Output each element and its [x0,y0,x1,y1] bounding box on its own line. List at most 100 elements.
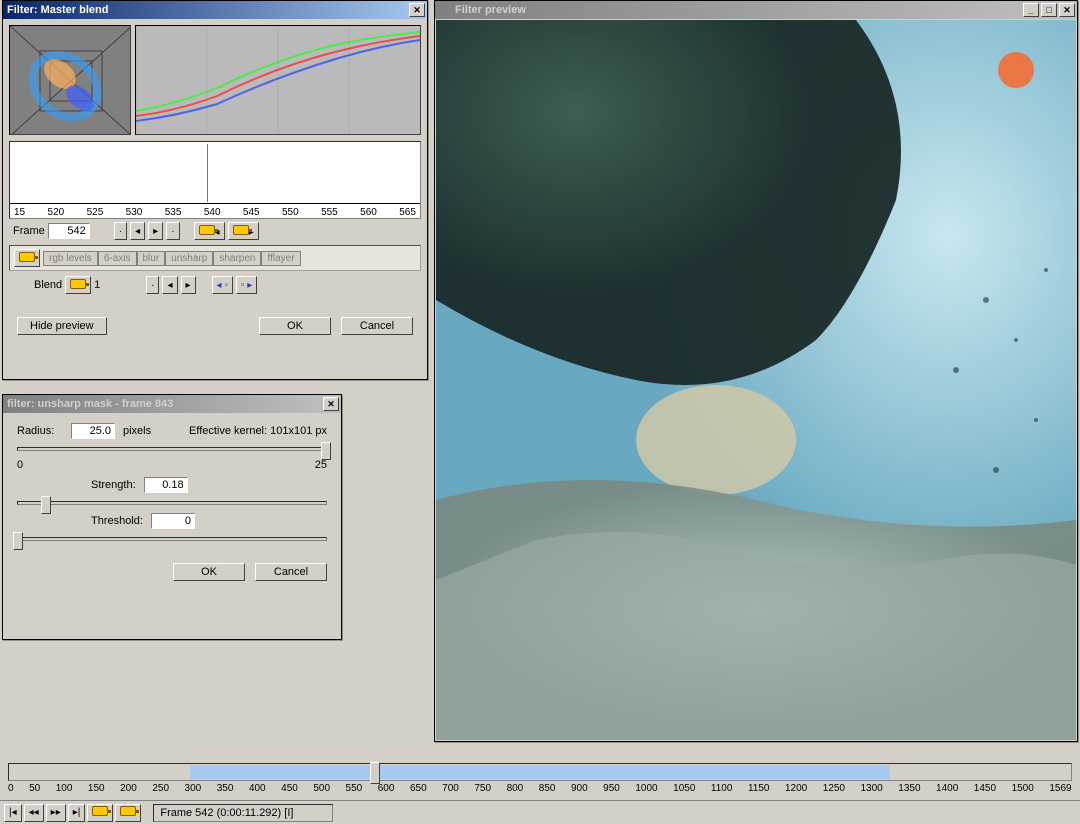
cancel-button[interactable]: Cancel [341,317,413,335]
threshold-label: Threshold: [91,515,143,527]
radius-slider[interactable] [17,447,327,451]
histogram-tick: 545 [243,207,260,218]
timeline-tick: 100 [56,783,73,794]
statusbar: |◂ ◂◂ ▸▸ ▸| Frame 542 (0:00:11.292) [I] [0,800,1080,824]
key-icon [92,806,108,816]
strength-label: Strength: [91,479,136,491]
timeline-tick: 500 [313,783,330,794]
histogram-tick: 555 [321,207,338,218]
frame-row: Frame · ◂ ▸ · ◂ ▸ [9,219,421,243]
go-end-button[interactable]: ▸| [68,804,86,822]
timeline-tick: 1000 [635,783,657,794]
ok-button[interactable]: OK [173,563,245,581]
key-icon [233,225,249,235]
frame-nudge-left-button[interactable]: · [114,222,127,240]
timeline-tick: 300 [185,783,202,794]
timeline-tick: 550 [346,783,363,794]
timeline-tick: 600 [378,783,395,794]
key-icon [199,225,215,235]
strength-input[interactable] [144,477,188,493]
filter-tab-blur[interactable]: blur [137,251,166,266]
gear-icon [439,4,451,16]
timeline-tick: 1250 [823,783,845,794]
histogram-tick: 530 [126,207,143,218]
radius-max: 25 [315,459,327,471]
frame-nudge-right-button[interactable]: · [166,222,179,240]
key-nav-prev-button[interactable] [87,804,113,822]
unsharp-titlebar[interactable]: filter: unsharp mask - frame 843 ✕ [3,395,341,413]
go-start-button[interactable]: |◂ [4,804,22,822]
timeline-tick: 250 [152,783,169,794]
frame-key-prev-button[interactable]: ◂ [194,222,225,240]
histogram-tick: 15 [14,207,25,218]
blend-next-button[interactable]: ▸ [181,276,196,294]
filter-tab-fflayer[interactable]: fflayer [261,251,300,266]
frame-key-next-button[interactable]: ▸ [228,222,259,240]
filter-tab-unsharp[interactable]: unsharp [165,251,213,266]
blend-value: 1 [94,279,112,291]
threshold-slider[interactable] [17,537,327,541]
preview-titlebar[interactable]: Filter preview _ □ ✕ [435,1,1077,19]
key-nav-next-button[interactable] [115,804,141,822]
radius-label: Radius: [17,425,63,437]
hide-preview-button[interactable]: Hide preview [17,317,107,335]
key-toggle-button[interactable] [14,249,40,267]
timeline-tick: 400 [249,783,266,794]
timeline-tick: 50 [29,783,40,794]
filter-tab-rgb-levels[interactable]: rgb levels [43,251,98,266]
waveform[interactable] [135,25,421,135]
maximize-button[interactable]: □ [1041,3,1057,17]
step-back-button[interactable]: ◂◂ [24,804,44,822]
close-button[interactable]: ✕ [409,3,425,17]
key-icon [70,279,86,289]
close-button[interactable]: ✕ [1059,3,1075,17]
frame-histogram[interactable]: 15520525530535540545550555560565 [9,141,421,219]
timeline-tick: 1200 [785,783,807,794]
blend-marker-left-button[interactable]: ◂ ▫ [212,276,233,294]
blend-label: Blend [34,279,62,291]
radius-unit: pixels [123,425,151,437]
timeline-tick: 450 [281,783,298,794]
radius-input[interactable] [71,423,115,439]
frame-label: Frame [13,225,45,237]
close-button[interactable]: ✕ [323,397,339,411]
timeline-tick: 350 [217,783,234,794]
histogram-tick: 550 [282,207,299,218]
status-text: Frame 542 (0:00:11.292) [I] [153,804,333,822]
preview-title: Filter preview [455,4,526,16]
master-blend-window: Filter: Master blend ✕ [2,0,428,380]
timeline-tick: 900 [571,783,588,794]
step-fwd-button[interactable]: ▸▸ [46,804,66,822]
preview-canvas[interactable] [436,20,1076,740]
master-blend-titlebar[interactable]: Filter: Master blend ✕ [3,1,427,19]
threshold-input[interactable] [151,513,195,529]
ok-button[interactable]: OK [259,317,331,335]
timeline-tick: 1400 [936,783,958,794]
timeline-tick: 650 [410,783,427,794]
filter-preview-window: Filter preview _ □ ✕ [434,0,1078,742]
vectorscope[interactable] [9,25,131,135]
blend-key-button[interactable] [65,276,91,294]
blend-nudge-left-button[interactable]: · [146,276,159,294]
filter-tab-6-axis[interactable]: 6-axis [98,251,137,266]
blend-prev-button[interactable]: ◂ [162,276,177,294]
minimize-button[interactable]: _ [1023,3,1039,17]
frame-prev-button[interactable]: ◂ [130,222,145,240]
histogram-tick: 525 [87,207,104,218]
blend-marker-right-button[interactable]: ▫ ▸ [236,276,257,294]
unsharp-title: filter: unsharp mask - frame 843 [7,398,173,410]
timeline-tick: 950 [603,783,620,794]
strength-slider[interactable] [17,501,327,505]
filter-tab-sharpen[interactable]: sharpen [213,251,261,266]
frame-input[interactable] [48,223,90,239]
timeline-tick: 850 [539,783,556,794]
timeline-tick: 1500 [1012,783,1034,794]
timeline-track[interactable] [8,763,1072,781]
frame-next-button[interactable]: ▸ [148,222,163,240]
timeline: 0501001502002503003504004505005506006507… [8,763,1072,794]
histogram-tick: 540 [204,207,221,218]
cancel-button[interactable]: Cancel [255,563,327,581]
timeline-thumb[interactable] [370,762,380,784]
key-icon [19,252,35,262]
kernel-label: Effective kernel: 101x101 px [189,425,327,437]
